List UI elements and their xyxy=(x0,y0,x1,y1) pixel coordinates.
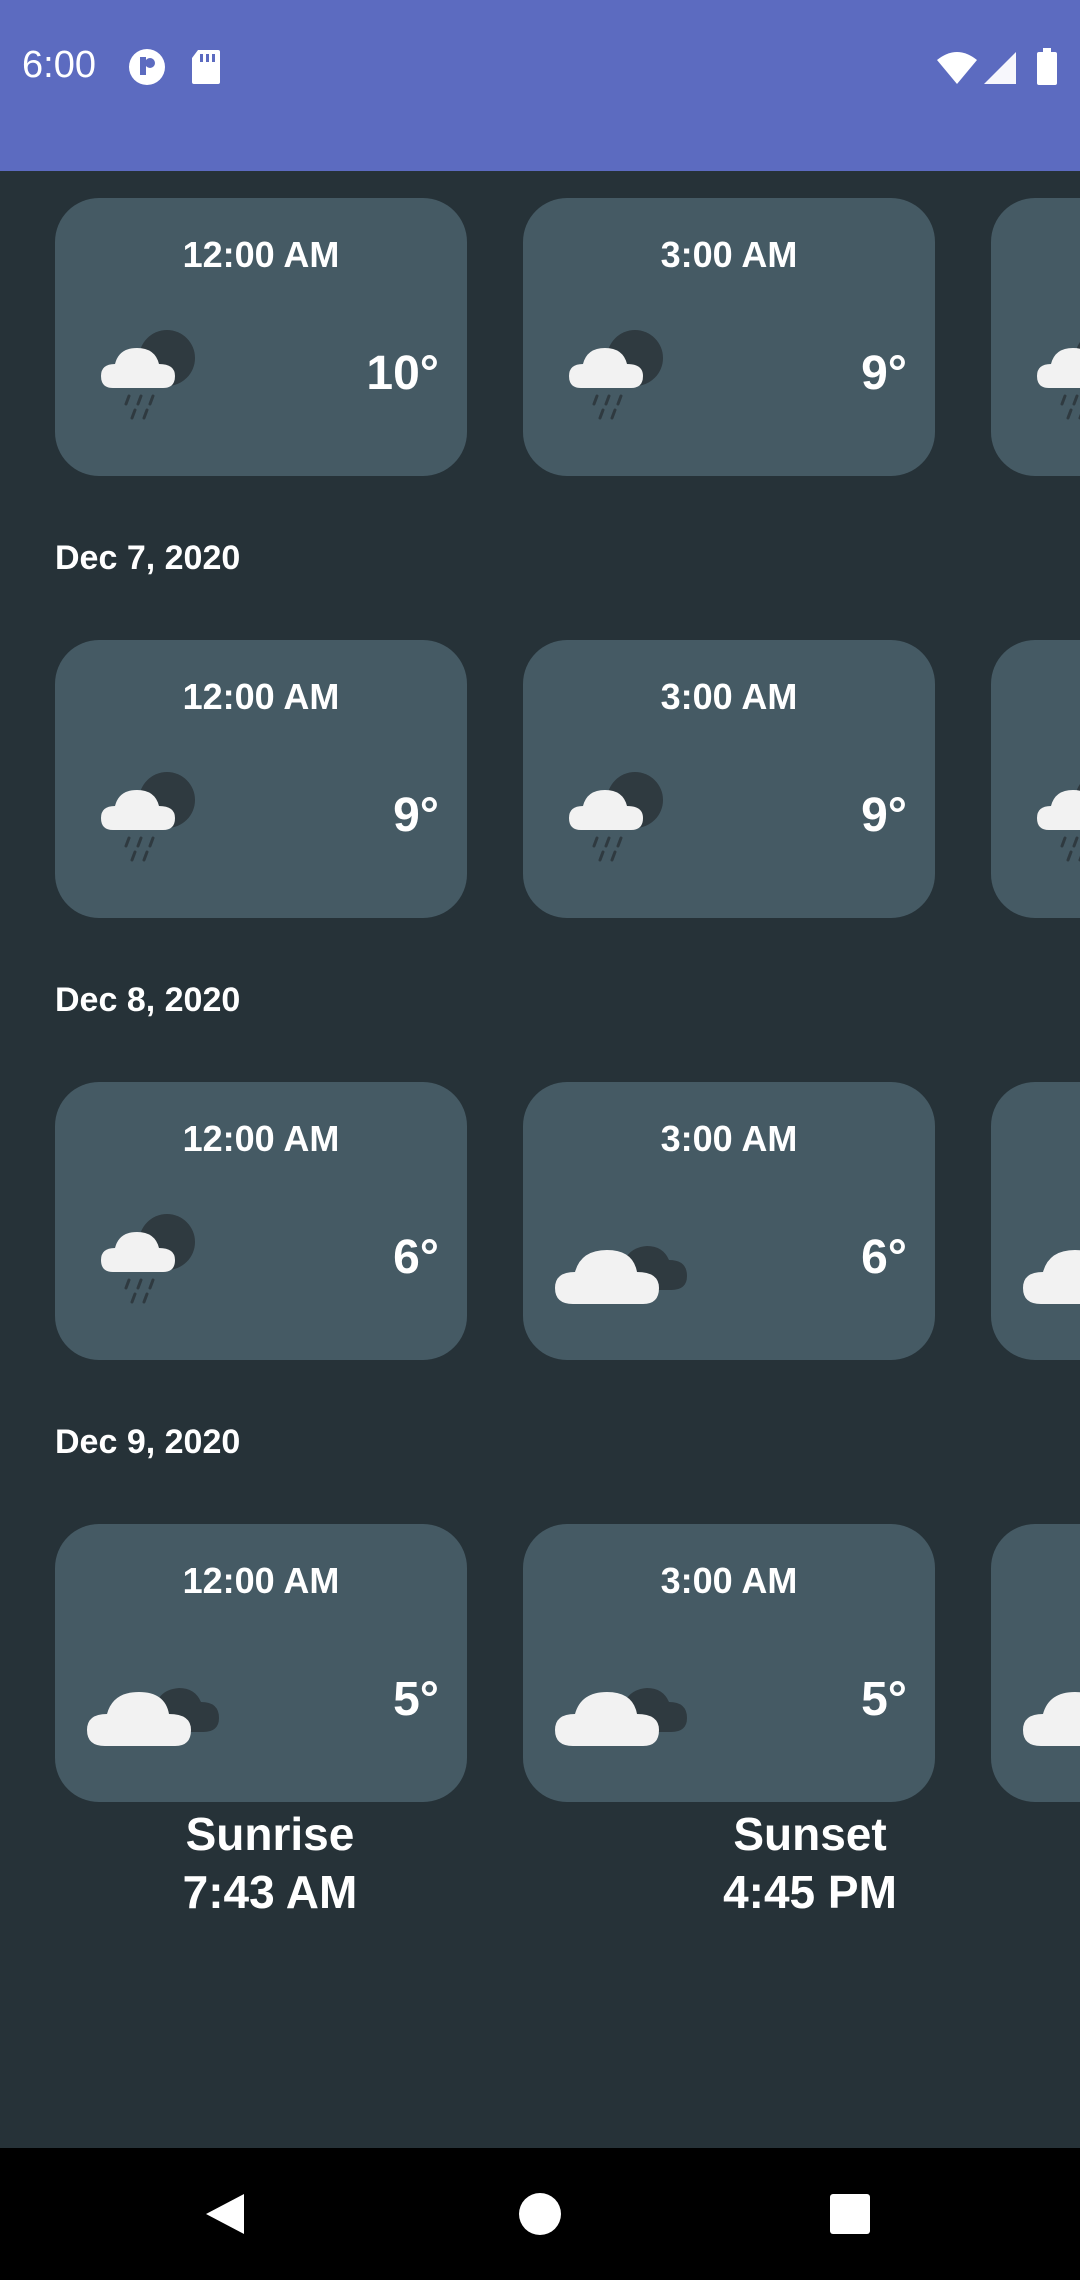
card-time: 3:00 AM xyxy=(660,1560,798,1601)
card-temperature: 6° xyxy=(393,1231,439,1284)
hourly-card[interactable]: 3:00 AM 9° xyxy=(523,198,935,476)
forecast-row[interactable]: 12:00 AM 9° 3:00 AM 9° xyxy=(0,640,1080,918)
cloudy-icon xyxy=(85,1654,225,1769)
cellular-signal-icon xyxy=(982,50,1018,91)
cloudy-icon xyxy=(553,1654,693,1769)
hourly-card[interactable]: 12:00 AM 6° xyxy=(55,1082,467,1360)
hourly-card[interactable]: 12:00 AM 10° xyxy=(55,198,467,476)
sunrise-time: 7:43 AM xyxy=(182,1866,358,1918)
forecast-row[interactable]: 12:00 AM 10° 3:00 AM 9° xyxy=(0,198,1080,476)
hourly-card-partial[interactable] xyxy=(991,1082,1080,1360)
card-time: 3:00 AM xyxy=(660,234,798,275)
card-temperature: 9° xyxy=(393,789,439,842)
status-time: 6:00 xyxy=(22,44,96,86)
card-time: 3:00 AM xyxy=(660,1118,798,1159)
rain-cloud-icon xyxy=(93,1202,203,1317)
cloudy-icon xyxy=(1021,1654,1080,1769)
navigation-bar xyxy=(0,2148,1080,2280)
date-header: Dec 8, 2020 xyxy=(55,981,241,1019)
cloudy-icon xyxy=(553,1212,693,1327)
date-header: Dec 9, 2020 xyxy=(55,1423,241,1461)
forecast-row[interactable]: 12:00 AM 6° 3:00 AM 6° xyxy=(0,1082,1080,1360)
date-header: Dec 7, 2020 xyxy=(55,539,241,577)
sd-card-icon xyxy=(190,48,222,91)
recents-button[interactable] xyxy=(828,2192,872,2241)
rain-cloud-icon xyxy=(93,318,203,433)
hourly-card[interactable]: 3:00 AM 9° xyxy=(523,640,935,918)
card-temperature: 6° xyxy=(861,1231,907,1284)
forecast-row[interactable]: 12:00 AM 5° 3:00 AM 5° xyxy=(0,1524,1080,1802)
sunrise-label: Sunrise xyxy=(185,1808,355,1860)
sunset-info: Sunset 4:45 PM xyxy=(660,1805,960,1921)
rain-cloud-icon xyxy=(1029,760,1080,875)
hourly-card-partial[interactable] xyxy=(991,640,1080,918)
sunrise-info: Sunrise 7:43 AM xyxy=(120,1805,420,1921)
home-button[interactable] xyxy=(518,2192,562,2241)
notification-app-icon xyxy=(128,48,166,91)
wifi-icon xyxy=(936,50,978,91)
sunset-time: 4:45 PM xyxy=(723,1866,897,1918)
hourly-card-partial[interactable] xyxy=(991,198,1080,476)
status-bar: 6:00 xyxy=(0,0,1080,171)
rain-cloud-icon xyxy=(561,318,671,433)
card-time: 3:00 AM xyxy=(660,676,798,717)
rain-cloud-icon xyxy=(561,760,671,875)
card-temperature: 5° xyxy=(393,1673,439,1726)
card-temperature: 5° xyxy=(861,1673,907,1726)
card-temperature: 9° xyxy=(861,347,907,400)
hourly-card[interactable]: 12:00 AM 5° xyxy=(55,1524,467,1802)
card-time: 12:00 AM xyxy=(182,234,340,275)
card-time: 12:00 AM xyxy=(182,1118,340,1159)
hourly-card[interactable]: 12:00 AM 9° xyxy=(55,640,467,918)
hourly-card[interactable]: 3:00 AM 5° xyxy=(523,1524,935,1802)
card-time: 12:00 AM xyxy=(182,676,340,717)
back-button[interactable] xyxy=(204,2192,246,2241)
battery-icon xyxy=(1036,48,1058,91)
card-temperature: 10° xyxy=(366,347,439,400)
card-time: 12:00 AM xyxy=(182,1560,340,1601)
cloudy-icon xyxy=(1021,1212,1080,1327)
hourly-card-partial[interactable] xyxy=(991,1524,1080,1802)
card-temperature: 9° xyxy=(861,789,907,842)
rain-cloud-icon xyxy=(93,760,203,875)
hourly-card[interactable]: 3:00 AM 6° xyxy=(523,1082,935,1360)
rain-cloud-icon xyxy=(1029,318,1080,433)
sunset-label: Sunset xyxy=(733,1808,887,1860)
